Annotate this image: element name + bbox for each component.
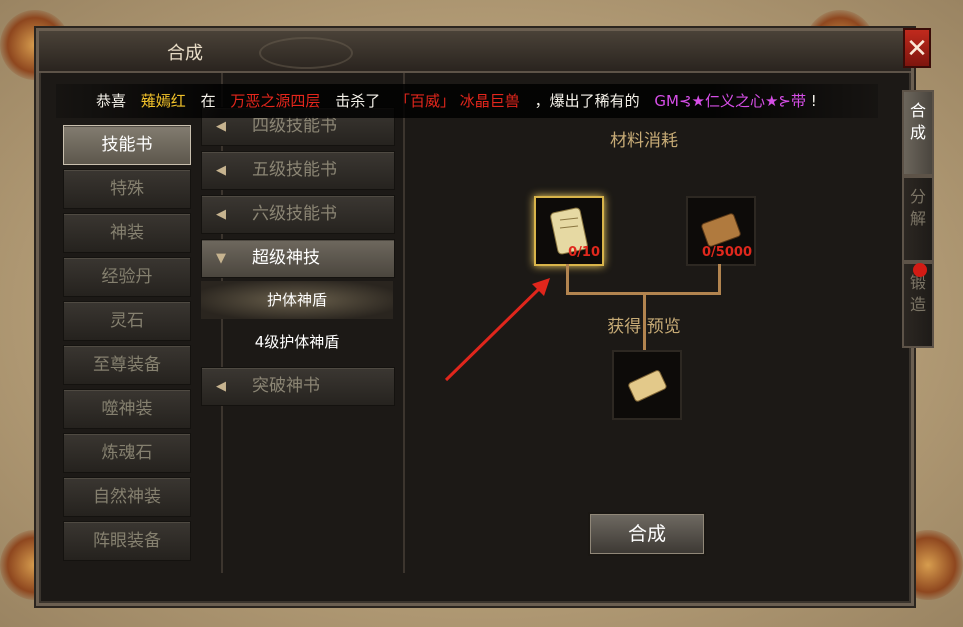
category-divine-gear[interactable]: 神装 (63, 213, 191, 253)
recipe-group-super-skill[interactable]: ▼ 超级神技 (201, 239, 395, 278)
recipe-group-label: 超级神技 (252, 248, 320, 268)
tab-decompose-label: 分解 (909, 187, 926, 228)
material-slot-2[interactable]: 0/5000 (686, 196, 756, 266)
recipe-group-label: 五级技能书 (252, 160, 337, 180)
broadcast-location: 万恶之源四层 (230, 92, 321, 110)
category-nature-gear[interactable]: 自然神装 (63, 477, 191, 517)
compose-button[interactable]: 合成 (588, 512, 706, 556)
broadcast-monster-tag: 「百威」 (394, 92, 455, 110)
recipe-group-label: 突破神书 (252, 376, 320, 396)
recipe-group-lv5-skillbook[interactable]: ◀ 五级技能书 (201, 151, 395, 190)
recipe-item-body-shield[interactable]: 护体神盾 (201, 281, 393, 319)
material-2-count: 0/5000 (702, 245, 752, 260)
result-slot[interactable] (612, 350, 682, 420)
category-formation-gear[interactable]: 阵眼装备 (63, 521, 191, 561)
recipe-group-breakthrough-book[interactable]: ◀ 突破神书 (201, 367, 395, 406)
close-icon: ✕ (906, 34, 928, 64)
category-skillbook[interactable]: 技能书 (63, 125, 191, 165)
recipe-group-label: 六级技能书 (252, 204, 337, 224)
preview-header: 获得 预览 (607, 317, 681, 337)
broadcast-at: 在 (200, 92, 216, 110)
broadcast-dropped: ，爆出了稀有的 (534, 92, 640, 110)
window-title: 合成 (167, 43, 203, 64)
title-bar: 合成 (39, 31, 911, 73)
tab-compose-label: 合成 (909, 101, 926, 142)
broadcast-monster: 冰晶巨兽 (459, 92, 520, 110)
collapsed-arrow-icon: ◀ (216, 207, 226, 222)
column-divider (403, 73, 405, 573)
broadcast-item: GM⊰★仁义之心★⊱带 (654, 92, 806, 110)
category-soul-stone[interactable]: 炼魂石 (63, 433, 191, 473)
tutorial-arrow-icon (444, 278, 550, 382)
tab-compose[interactable]: 合成 (902, 90, 934, 176)
category-godslayer-gear[interactable]: 噬神装 (63, 389, 191, 429)
close-button[interactable]: ✕ (903, 28, 931, 68)
book-icon (628, 370, 667, 402)
connector-line (718, 264, 721, 294)
material-1-count: 0/10 (568, 245, 600, 260)
tab-decompose[interactable]: 分解 (902, 176, 934, 262)
broadcast-killed: 击杀了 (335, 92, 381, 110)
notification-dot (913, 263, 927, 277)
broadcast-prefix: 恭喜 (96, 92, 127, 110)
title-ornament (259, 37, 353, 69)
collapsed-arrow-icon: ◀ (216, 379, 226, 394)
tab-forge-label: 锻造 (909, 273, 926, 314)
system-broadcast: 恭喜 薙嫣红 在 万恶之源四层 击杀了 「百威」 冰晶巨兽 ，爆出了稀有的 GM… (56, 84, 878, 118)
material-slot-1[interactable]: 0/10 (534, 196, 604, 266)
materials-header: 材料消耗 (610, 131, 678, 151)
broadcast-player: 薙嫣红 (140, 92, 186, 110)
connector-line (566, 264, 569, 294)
category-spirit-stone[interactable]: 灵石 (63, 301, 191, 341)
category-supreme-gear[interactable]: 至尊装备 (63, 345, 191, 385)
recipe-item-lv4-body-shield[interactable]: 4级护体神盾 (201, 323, 393, 361)
category-special[interactable]: 特殊 (63, 169, 191, 209)
expanded-arrow-icon: ▼ (216, 251, 226, 266)
collapsed-arrow-icon: ◀ (216, 163, 226, 178)
recipe-list: ◀ 四级技能书 ◀ 五级技能书 ◀ 六级技能书 ▼ 超级神技 护体神盾 4级护体… (199, 73, 403, 573)
category-exp-pill[interactable]: 经验丹 (63, 257, 191, 297)
broadcast-end: ! (810, 92, 817, 110)
recipe-group-lv6-skillbook[interactable]: ◀ 六级技能书 (201, 195, 395, 234)
